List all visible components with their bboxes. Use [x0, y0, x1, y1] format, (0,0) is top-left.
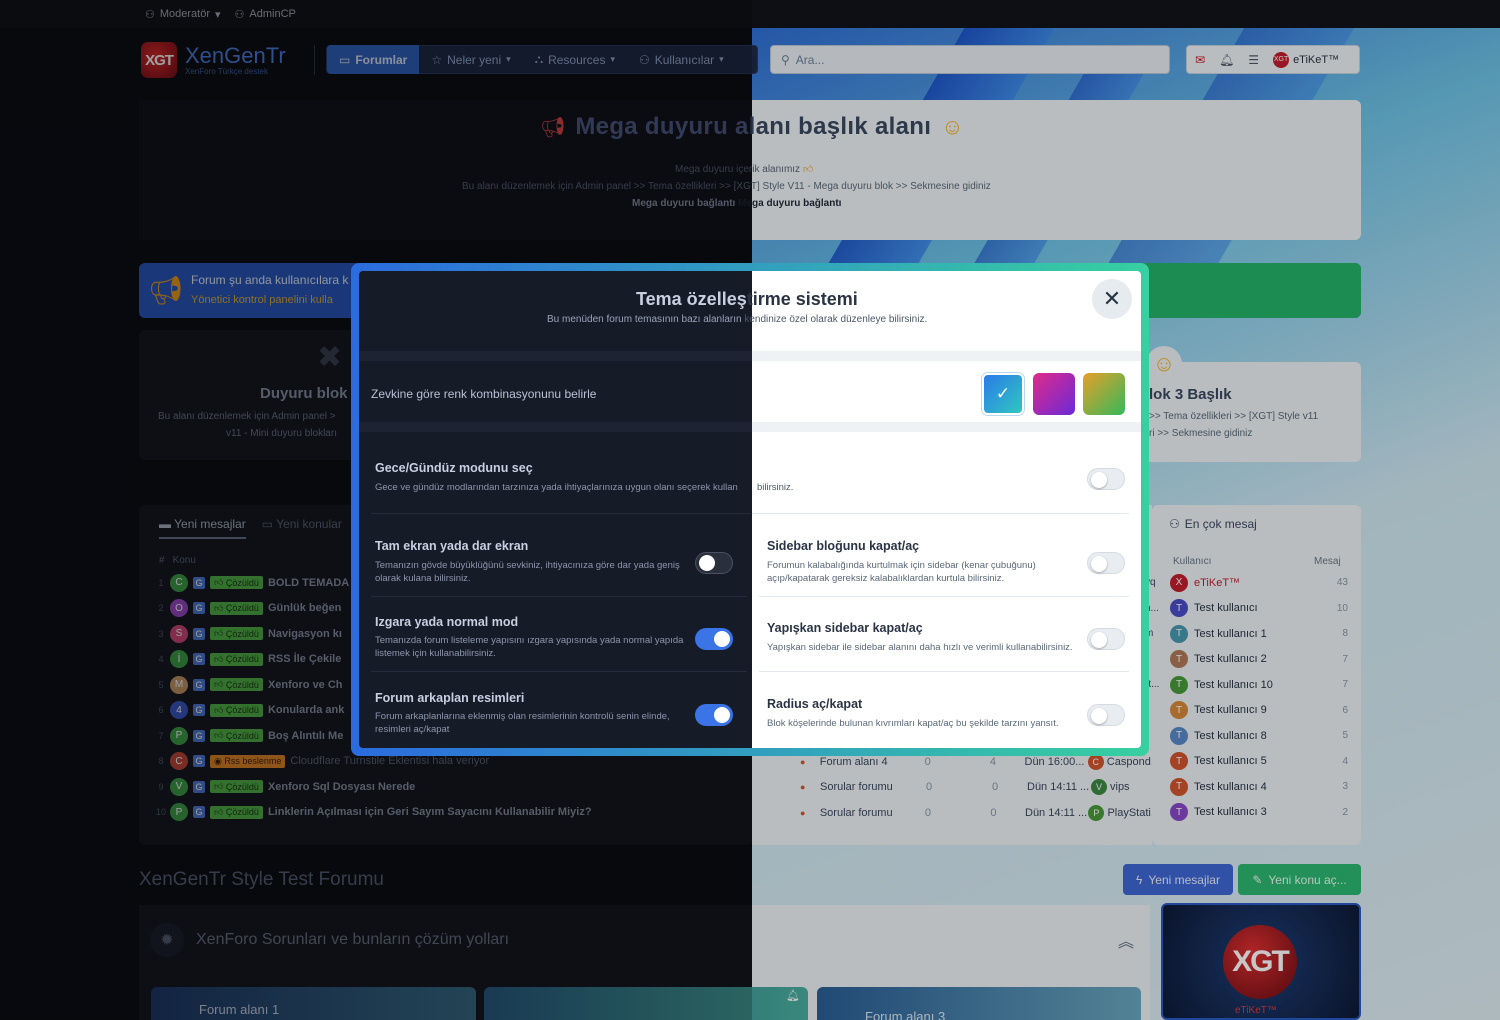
sidebar-desc: Forumun kalabalığında kurtulmak için sid… [767, 560, 1036, 584]
divider [371, 671, 747, 672]
divider [752, 513, 1129, 514]
close-button[interactable]: ✕ [1092, 279, 1132, 319]
bg-images-toggle[interactable] [695, 704, 733, 726]
fullwidth-title: Tam ekran yada dar ekran [375, 539, 529, 553]
fullwidth-toggle[interactable] [695, 552, 733, 574]
radius-title: Radius aç/kapat [767, 697, 863, 711]
theme-customizer-modal: Tema özelleştirme sistemi Bu menüden for… [351, 263, 1149, 756]
night-mode-title: Gece/Gündüz modunu seç [375, 461, 533, 475]
divider [371, 513, 751, 514]
grid-mode-desc: Temanızda forum listeleme yapısını ızgar… [375, 635, 684, 659]
radius-toggle[interactable] [1087, 704, 1125, 726]
sidebar-toggle[interactable] [1087, 552, 1125, 574]
color-swatch-purple[interactable] [1033, 373, 1075, 415]
check-circle-icon: ✓ [995, 384, 1011, 403]
grid-mode-toggle[interactable] [695, 628, 733, 650]
sidebar-title: Sidebar bloğunu kapat/aç [767, 539, 920, 553]
modal-light-half [752, 271, 1141, 748]
divider [759, 596, 1129, 597]
divider [759, 671, 1129, 672]
close-icon: ✕ [1102, 286, 1122, 311]
color-swatch-blue[interactable]: ✓ [982, 373, 1024, 415]
modal-title: Tema özelleştirme sistemi [636, 289, 858, 309]
fullwidth-desc: Temanızın gövde büyüklüğünü sevkiniz, ih… [375, 560, 680, 584]
modal-dark-half [359, 271, 752, 748]
grid-mode-title: Izgara yada normal mod [375, 615, 519, 629]
modal-subtitle: Bu menüden forum temasının bazı alanları… [547, 314, 928, 325]
band [752, 422, 1141, 432]
bg-images-title: Forum arkaplan resimleri [375, 691, 525, 705]
night-mode-desc: Gece ve gündüz modlarından tarzınıza yad… [375, 482, 738, 493]
radius-desc: Blok köşelerinde bulunan kıvrımları kapa… [767, 718, 1059, 729]
divider [371, 596, 747, 597]
band [359, 422, 752, 432]
band [752, 351, 1141, 361]
sticky-sidebar-title: Yapışkan sidebar kapat/aç [767, 621, 923, 635]
sticky-sidebar-toggle[interactable] [1087, 628, 1125, 650]
band [359, 351, 752, 361]
sticky-sidebar-desc: Yapışkan sidebar ile sidebar alanını dah… [767, 642, 1073, 653]
bg-images-desc: Forum arkaplanlarına eklenmiş olan resim… [375, 711, 670, 735]
color-swatch-green[interactable] [1083, 373, 1125, 415]
color-label: Zevkine göre renk kombinasyonunu belirle [371, 387, 597, 401]
night-mode-toggle[interactable] [1087, 468, 1125, 490]
